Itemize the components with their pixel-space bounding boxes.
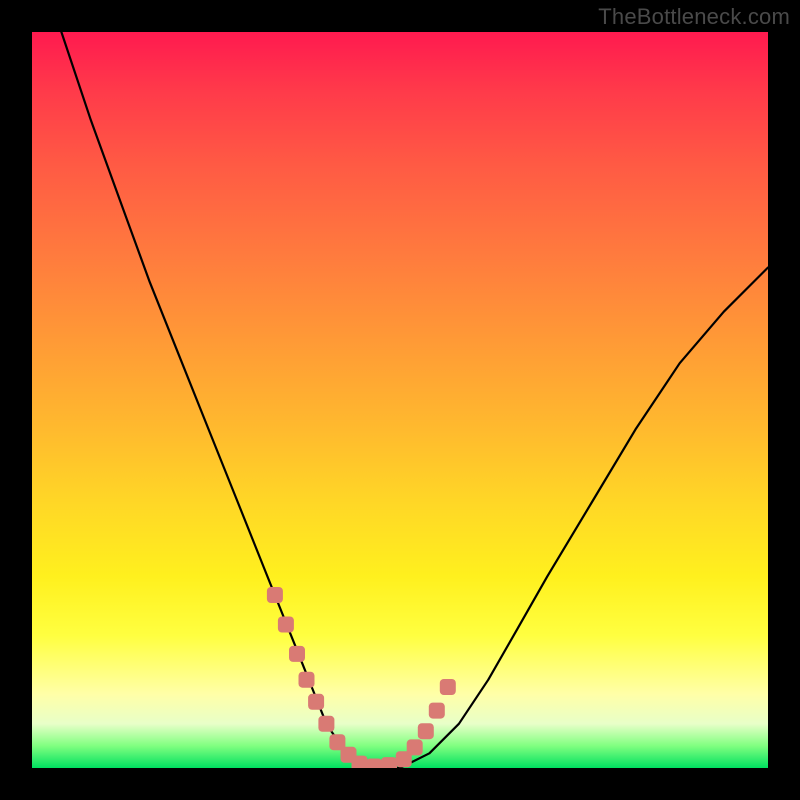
highlight-marker [429, 703, 445, 719]
highlight-marker [381, 757, 397, 768]
highlight-marker [289, 646, 305, 662]
highlight-marker [308, 694, 324, 710]
marker-layer [267, 587, 456, 768]
highlight-marker [440, 679, 456, 695]
bottleneck-curve [61, 32, 768, 768]
chart-plot-area [32, 32, 768, 768]
highlight-marker [352, 756, 368, 768]
highlight-marker [267, 587, 283, 603]
chart-frame: TheBottleneck.com [0, 0, 800, 800]
highlight-marker [318, 716, 334, 732]
watermark-text: TheBottleneck.com [598, 4, 790, 30]
highlight-marker [418, 723, 434, 739]
highlight-marker [407, 739, 423, 755]
curve-layer [61, 32, 768, 768]
highlight-marker [278, 617, 294, 633]
highlight-marker [299, 672, 315, 688]
chart-svg [32, 32, 768, 768]
highlight-marker [366, 759, 382, 769]
